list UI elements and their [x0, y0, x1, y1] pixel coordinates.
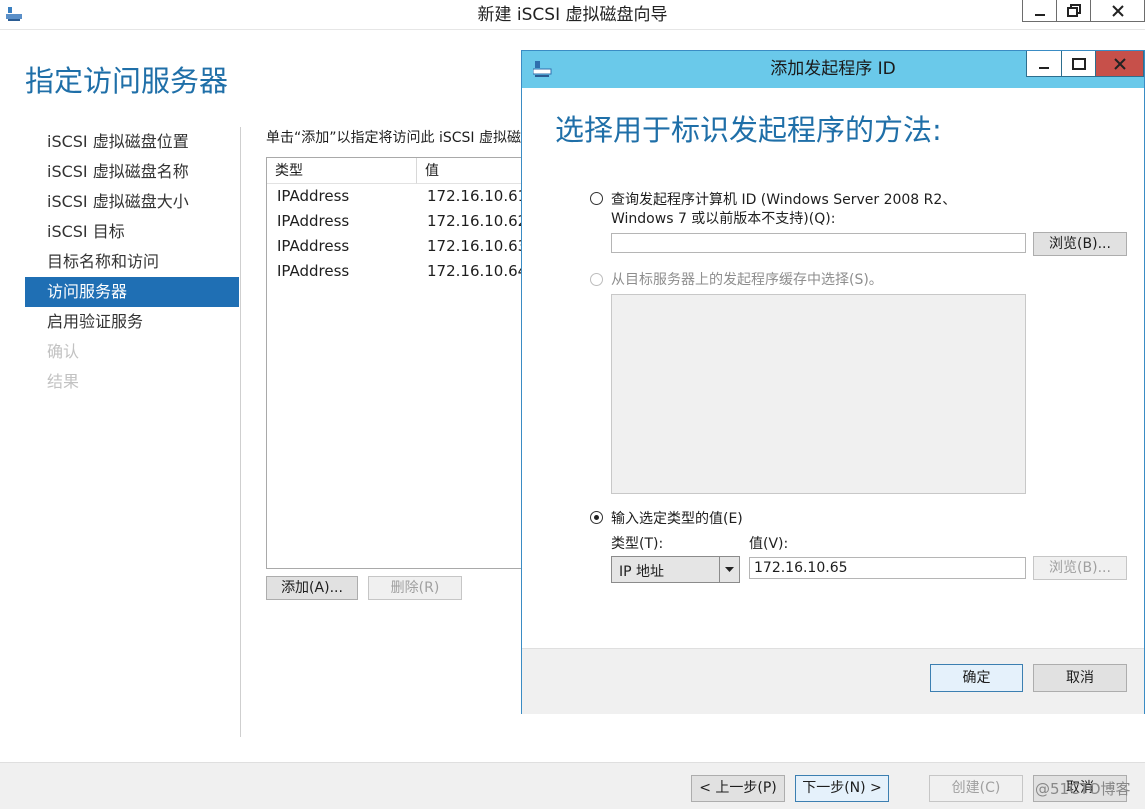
nav-item-target-name-access[interactable]: 目标名称和访问 [25, 247, 239, 277]
chevron-down-icon[interactable] [719, 557, 739, 582]
minimize-button[interactable] [1022, 0, 1057, 22]
nav-item-iscsi-target[interactable]: iSCSI 目标 [25, 217, 239, 247]
browse-value-button: 浏览(B)... [1033, 556, 1127, 580]
computer-id-input[interactable] [611, 233, 1026, 253]
remove-button: 删除(R) [368, 576, 462, 600]
select-from-cache-radio [590, 273, 603, 286]
query-computer-id-label-line1[interactable]: 查询发起程序计算机 ID (Windows Server 2008 R2、 [611, 189, 956, 209]
row-value: 172.16.10.64 [427, 262, 524, 280]
nav-divider [240, 127, 241, 737]
nav-item-disk-location[interactable]: iSCSI 虚拟磁盘位置 [25, 127, 239, 157]
table-row[interactable]: IPAddress 172.16.10.61 [267, 184, 523, 209]
type-label: 类型(T): [611, 536, 664, 552]
browse-computer-button[interactable]: 浏览(B)... [1033, 232, 1127, 256]
close-icon [1113, 57, 1126, 70]
dialog-cancel-button[interactable]: 取消 [1033, 664, 1127, 692]
minimize-icon [1034, 13, 1045, 16]
type-select[interactable]: IP 地址 [611, 556, 740, 583]
row-type: IPAddress [277, 262, 350, 280]
dialog-heading: 选择用于标识发起程序的方法: [555, 113, 942, 147]
type-select-value: IP 地址 [619, 564, 665, 580]
row-value: 172.16.10.62 [427, 212, 524, 230]
value-label: 值(V): [749, 536, 789, 552]
row-type: IPAddress [277, 212, 350, 230]
maximize-icon [1071, 57, 1086, 70]
window-title: 新建 iSCSI 虚拟磁盘向导 [477, 5, 668, 25]
row-value: 172.16.10.61 [427, 187, 524, 205]
restore-button[interactable] [1056, 0, 1091, 22]
row-value: 172.16.10.63 [427, 237, 524, 255]
dialog-minimize-button[interactable] [1026, 51, 1062, 77]
nav-item-access-servers[interactable]: 访问服务器 [25, 277, 239, 307]
enter-value-radio[interactable] [590, 511, 603, 524]
ok-button[interactable]: 确定 [930, 664, 1023, 692]
nav-item-disk-name[interactable]: iSCSI 虚拟磁盘名称 [25, 157, 239, 187]
column-header-type[interactable]: 类型 [267, 158, 417, 184]
nav-item-confirmation: 确认 [47, 342, 80, 361]
next-button[interactable]: 下一步(N) > [795, 775, 889, 802]
radio-selected-dot [594, 515, 599, 520]
table-row[interactable]: IPAddress 172.16.10.63 [267, 234, 523, 259]
close-icon [1111, 4, 1124, 17]
initiator-cache-list [611, 294, 1026, 494]
query-computer-id-radio[interactable] [590, 192, 603, 205]
dialog-footer: 确定 取消 [522, 648, 1144, 714]
close-button[interactable] [1090, 0, 1145, 22]
wizard-footer: < 上一步(P) 下一步(N) > 创建(C) 取消 [0, 762, 1145, 809]
minimize-icon [1039, 66, 1049, 69]
add-button[interactable]: 添加(A)... [266, 576, 358, 600]
value-input[interactable]: 172.16.10.65 [749, 557, 1026, 579]
dialog-maximize-button[interactable] [1061, 51, 1096, 77]
previous-button[interactable]: < 上一步(P) [691, 775, 785, 802]
page-heading: 指定访问服务器 [25, 64, 229, 98]
table-row[interactable]: IPAddress 172.16.10.62 [267, 209, 523, 234]
query-computer-id-label-line2[interactable]: Windows 7 或以前版本不支持)(Q): [611, 208, 835, 228]
select-from-cache-label: 从目标服务器上的发起程序缓存中选择(S)。 [611, 272, 883, 288]
row-type: IPAddress [277, 237, 350, 255]
create-button: 创建(C) [929, 775, 1023, 802]
dialog-title-bar: 添加发起程序 ID [522, 51, 1144, 88]
access-server-list[interactable]: 类型 值 IPAddress 172.16.10.61 IPAddress 17… [266, 157, 524, 569]
enter-value-label[interactable]: 输入选定类型的值(E) [611, 508, 743, 528]
table-row[interactable]: IPAddress 172.16.10.64 [267, 259, 523, 284]
instructions-text: 单击“添加”以指定将访问此 iSCSI 虚拟磁 [266, 130, 521, 146]
dialog-close-button[interactable] [1095, 51, 1144, 77]
watermark: @51CTO博客 [1035, 780, 1131, 798]
column-header-value[interactable]: 值 [417, 158, 523, 184]
value-input-text: 172.16.10.65 [754, 560, 848, 576]
nav-item-disk-size[interactable]: iSCSI 虚拟磁盘大小 [25, 187, 239, 217]
row-type: IPAddress [277, 187, 350, 205]
main-title-bar: 新建 iSCSI 虚拟磁盘向导 [0, 0, 1145, 30]
nav-item-results: 结果 [47, 372, 80, 391]
add-initiator-dialog[interactable]: 添加发起程序 ID 选择用于标识发起程序的方法: 查询发起程序计算机 ID (W… [521, 50, 1145, 714]
nav-item-enable-auth[interactable]: 启用验证服务 [25, 307, 239, 337]
restore-icon [1066, 3, 1081, 17]
